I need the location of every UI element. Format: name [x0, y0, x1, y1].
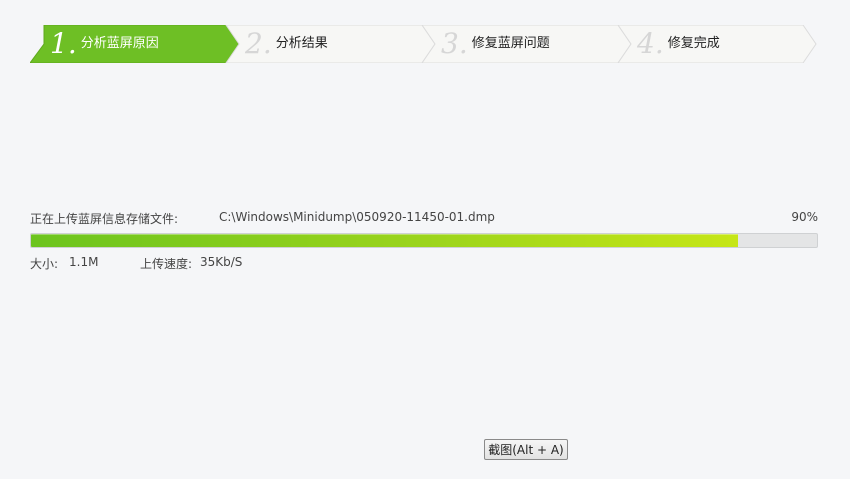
step-indicator: 1. 分析蓝屏原因 2. 分析结果 3. 修复蓝屏问题 4. 修复完成 — [30, 25, 820, 63]
upload-status-text: 正在上传蓝屏信息存储文件: — [30, 212, 179, 226]
size-value: 1.1M — [69, 255, 99, 269]
step-3-number: 3. — [441, 27, 468, 60]
speed-value: 35Kb/S — [200, 255, 243, 269]
step-1: 1. 分析蓝屏原因 — [50, 25, 159, 63]
upload-info-row: 大小: 1.1M 上传速度: 35Kb/S — [30, 255, 330, 271]
size-label: 大小: — [30, 257, 59, 271]
step-4-number: 4. — [637, 27, 664, 60]
speed-label: 上传速度: — [140, 257, 193, 271]
screenshot-button[interactable]: 截图(Alt + A) — [484, 439, 568, 460]
step-2-label: 分析结果 — [275, 36, 328, 51]
upload-percent: 90% — [791, 210, 818, 224]
step-1-label: 分析蓝屏原因 — [80, 36, 159, 51]
step-4-label: 修复完成 — [667, 36, 720, 51]
upload-file-path: C:\Windows\Minidump\050920-11450-01.dmp — [219, 210, 495, 224]
upload-progress-fill — [31, 234, 739, 247]
step-2: 2. 分析结果 — [245, 25, 328, 63]
upload-progress-bar — [30, 233, 818, 248]
step-4: 4. 修复完成 — [637, 25, 720, 63]
step-1-number: 1. — [50, 27, 77, 60]
upload-status-row: 正在上传蓝屏信息存储文件: C:\Windows\Minidump\050920… — [30, 210, 818, 228]
step-2-number: 2. — [245, 27, 272, 60]
step-3-label: 修复蓝屏问题 — [471, 36, 550, 51]
step-3: 3. 修复蓝屏问题 — [441, 25, 550, 63]
